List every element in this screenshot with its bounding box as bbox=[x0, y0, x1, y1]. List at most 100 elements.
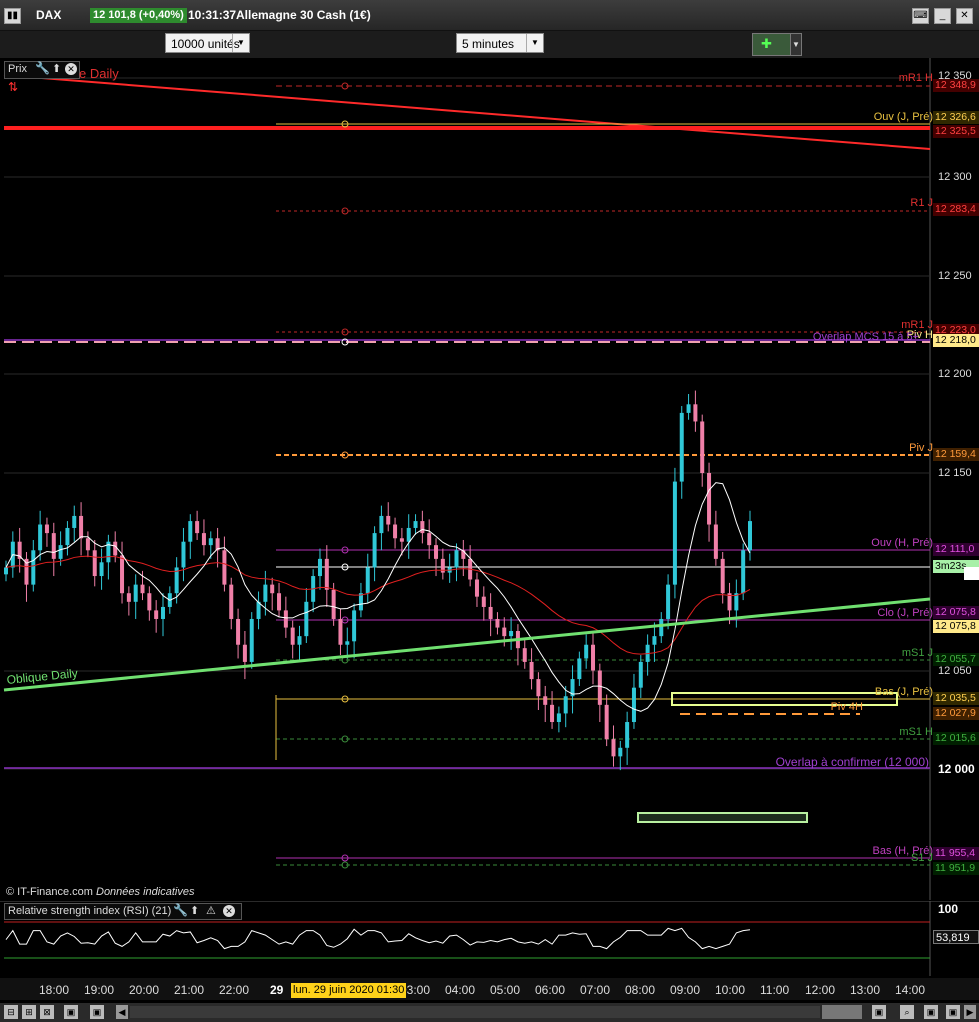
candle-body bbox=[181, 541, 186, 568]
level-label-overlap-mcs: Overlap MCS 15 à 5+ bbox=[812, 331, 919, 343]
candle-body bbox=[509, 631, 514, 637]
level-box-piv4h: 12 027,9 bbox=[933, 707, 979, 720]
search-icon[interactable]: ⌕ bbox=[900, 1005, 914, 1019]
candle-body bbox=[317, 558, 322, 577]
candle-body bbox=[133, 584, 138, 602]
level-box-mr1h: 12 348,9 bbox=[933, 79, 979, 92]
candle-body bbox=[597, 670, 602, 705]
candle-body bbox=[686, 404, 691, 413]
warning-icon[interactable]: ⚠ bbox=[206, 904, 216, 917]
tool-icon[interactable]: ▣ bbox=[64, 1005, 78, 1019]
scroll-right-icon[interactable]: ▶ bbox=[964, 1005, 976, 1019]
candle-body bbox=[604, 704, 609, 740]
interval-select[interactable]: 5 minutes ▼ bbox=[456, 33, 544, 53]
level-box-bas-j: 12 035,5 bbox=[933, 692, 979, 705]
rsi-label: Relative strength index (RSI) (21) bbox=[8, 905, 172, 917]
tool-icon[interactable]: ▣ bbox=[946, 1005, 960, 1019]
candle-body bbox=[748, 521, 752, 551]
wrench-icon[interactable]: 🔧 bbox=[173, 903, 188, 917]
candle-body bbox=[113, 541, 118, 556]
wrench-icon[interactable]: 🔧 bbox=[35, 61, 50, 75]
candle-body bbox=[454, 550, 459, 568]
candle-body bbox=[38, 524, 43, 551]
candle-body bbox=[263, 584, 268, 602]
instrument-full-name: Allemagne 30 Cash (1€) bbox=[236, 8, 371, 22]
time-tick: 10:00 bbox=[715, 983, 746, 997]
minimize-icon[interactable]: _ bbox=[934, 8, 951, 24]
level-box-clo-j: 12 075,8 bbox=[933, 606, 979, 619]
zoom-out-icon[interactable]: ⊟ bbox=[4, 1005, 18, 1019]
zoom-reset-icon[interactable]: ⊠ bbox=[40, 1005, 54, 1019]
time-tick: 19:00 bbox=[84, 983, 115, 997]
candle-body bbox=[345, 641, 350, 645]
level-box-clo-j-alt: 12 075,8 bbox=[933, 620, 979, 633]
candle-body bbox=[529, 661, 534, 680]
candle-body bbox=[201, 533, 206, 546]
time-tick: 08:00 bbox=[625, 983, 656, 997]
candle-body bbox=[611, 739, 616, 757]
pin-icon[interactable]: ⬆ bbox=[190, 904, 199, 917]
candle-body bbox=[481, 596, 486, 607]
close-rsi-icon[interactable]: ✕ bbox=[223, 905, 235, 917]
level-label-pivj: Piv J bbox=[909, 442, 933, 454]
candle-body bbox=[297, 636, 302, 645]
candle-body bbox=[324, 558, 329, 590]
pin-icon[interactable]: ⬆ bbox=[52, 62, 61, 75]
instrument-name: DAX bbox=[36, 8, 62, 22]
candle-body bbox=[495, 618, 500, 628]
candle-body bbox=[741, 550, 746, 594]
horizontal-scrollbar[interactable]: ⊟ ⊞ ⊠ ▣ ▣ ◀ ▣ ⌕ ▣ ▣ ▶ bbox=[0, 1003, 979, 1022]
candle-body bbox=[92, 550, 97, 577]
keyboard-icon[interactable]: ⌨ bbox=[912, 8, 929, 24]
units-select[interactable]: 10000 unités ▼ bbox=[165, 33, 250, 53]
price-tick-12050: 12 050 bbox=[938, 665, 972, 677]
cursor-time-label: lun. 29 juin 2020 01:30 bbox=[291, 983, 407, 998]
candle-body bbox=[120, 555, 125, 594]
level-label-r1j: R1 J bbox=[910, 197, 933, 209]
rsi-max-label: 100 bbox=[938, 902, 959, 916]
candle-body bbox=[399, 538, 404, 542]
candle-body bbox=[290, 627, 295, 645]
candle-body bbox=[85, 538, 90, 551]
chevron-down-icon[interactable]: ▼ bbox=[526, 34, 543, 52]
panel-tab[interactable]: Prix 🔧 ⬆ ✕ bbox=[4, 61, 80, 79]
candle-body bbox=[65, 527, 70, 546]
zoom-in-icon[interactable]: ⊞ bbox=[22, 1005, 36, 1019]
level-box-ms1j: 12 055,7 bbox=[933, 653, 979, 666]
candle-body bbox=[550, 704, 555, 723]
price-change-badge: 12 101,8 (+0,40%) bbox=[90, 8, 187, 23]
plus-icon: ✚ bbox=[761, 36, 772, 51]
candle-body bbox=[543, 696, 548, 705]
close-window-icon[interactable]: ✕ bbox=[956, 8, 973, 24]
clock: 10:31:37 bbox=[188, 8, 237, 22]
rsi-panel-tab[interactable]: Relative strength index (RSI) (21) 🔧 ⬆ ⚠… bbox=[4, 903, 242, 920]
level-label-ms1j: mS1 J bbox=[901, 647, 933, 659]
level-label-ms1h: mS1 H bbox=[899, 726, 933, 738]
time-tick: 07:00 bbox=[580, 983, 611, 997]
indicators-dropdown[interactable]: ▼ bbox=[790, 33, 802, 56]
candle-body bbox=[713, 524, 718, 559]
candle-body bbox=[679, 412, 684, 482]
level-label-bas-j: Bas (J, Pré) bbox=[874, 686, 933, 698]
candle-body bbox=[51, 533, 56, 559]
units-value: 10000 unités bbox=[171, 37, 240, 51]
candle-body bbox=[672, 481, 677, 585]
indicators-button[interactable]: ✚ bbox=[752, 33, 792, 56]
candle-body bbox=[208, 538, 213, 546]
chevron-down-icon[interactable]: ▼ bbox=[232, 34, 249, 52]
close-panel-icon[interactable]: ✕ bbox=[65, 63, 77, 75]
grip-icon[interactable]: ▮▮ bbox=[4, 8, 21, 24]
updown-icon[interactable]: ⇅ bbox=[8, 80, 18, 94]
candle-body bbox=[283, 610, 288, 628]
scroll-track[interactable] bbox=[130, 1006, 820, 1018]
scroll-left-icon[interactable]: ◀ bbox=[116, 1005, 128, 1019]
scroll-thumb[interactable] bbox=[822, 1005, 862, 1019]
rsi-value-box: 53,819 bbox=[933, 930, 979, 944]
candle-body bbox=[72, 515, 77, 528]
tool-icon[interactable]: ▣ bbox=[872, 1005, 886, 1019]
price-chart[interactable] bbox=[0, 58, 979, 900]
candle-body bbox=[474, 579, 479, 597]
tool-icon[interactable]: ▣ bbox=[924, 1005, 938, 1019]
tool-icon[interactable]: ▣ bbox=[90, 1005, 104, 1019]
candle-body bbox=[666, 584, 671, 619]
